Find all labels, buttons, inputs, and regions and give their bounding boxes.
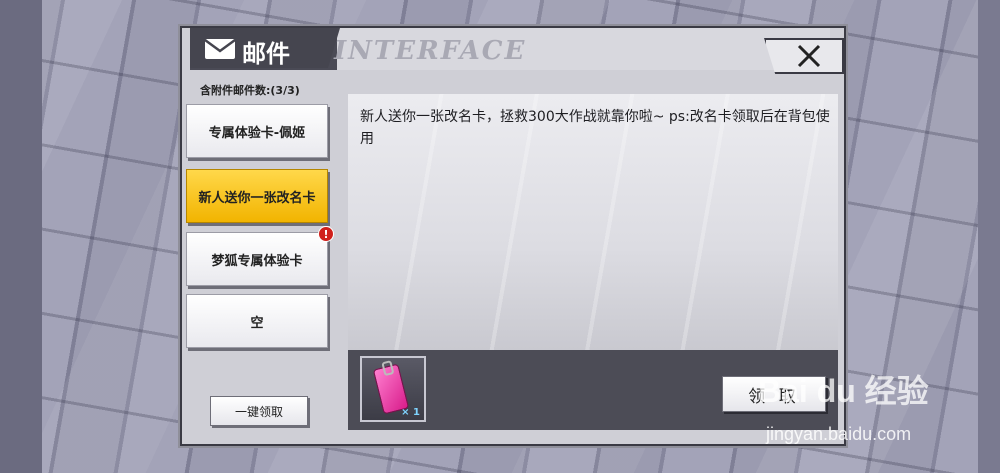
- page-title: 邮件: [242, 40, 290, 68]
- mail-item-peggy-trial-card[interactable]: 专属体验卡-佩姬: [186, 104, 328, 158]
- claim-all-label: 一键领取: [234, 404, 283, 419]
- interface-banner: INTERFACE: [334, 36, 527, 66]
- envelope-icon: [204, 38, 236, 59]
- close-button[interactable]: [764, 38, 844, 74]
- mail-body: 新人送你一张改名卡，拯救300大作战就靠你啦~ ps:改名卡领取后在背包使用: [360, 109, 830, 147]
- mail-item-label: 空: [250, 315, 264, 331]
- attachment-count-label: 含附件邮件数:(3/3): [200, 84, 300, 97]
- mail-item-rename-card[interactable]: 新人送你一张改名卡: [186, 169, 328, 223]
- close-icon: [797, 44, 821, 68]
- mail-content: 新人送你一张改名卡，拯救300大作战就靠你啦~ ps:改名卡领取后在背包使用: [348, 94, 838, 350]
- mail-item-label: 梦狐专属体验卡: [211, 253, 303, 269]
- watermark-logo: Bai du 经验: [758, 373, 929, 409]
- claim-all-button[interactable]: 一键领取: [210, 396, 308, 426]
- unread-alert-badge: !: [318, 226, 334, 242]
- mail-item-label: 新人送你一张改名卡: [198, 190, 316, 206]
- mail-panel: INTERFACE 邮件 含附件邮件数:(3/3) 专属体验卡-佩姬 新人送你一…: [180, 26, 846, 446]
- mail-item-label: 专属体验卡-佩姬: [208, 125, 306, 141]
- right-edge-strip: [978, 0, 1000, 473]
- left-edge-strip: [0, 0, 42, 473]
- baidu-watermark: Bai du 经验 jingyan.baidu.com: [758, 366, 968, 456]
- mail-item-menghu-trial-card[interactable]: 梦狐专属体验卡 !: [186, 226, 334, 286]
- mail-item-empty[interactable]: 空: [186, 294, 328, 348]
- attachment-quantity: × 1: [401, 407, 420, 418]
- watermark-url: jingyan.baidu.com: [766, 424, 912, 444]
- attachment-slot[interactable]: × 1: [360, 356, 426, 422]
